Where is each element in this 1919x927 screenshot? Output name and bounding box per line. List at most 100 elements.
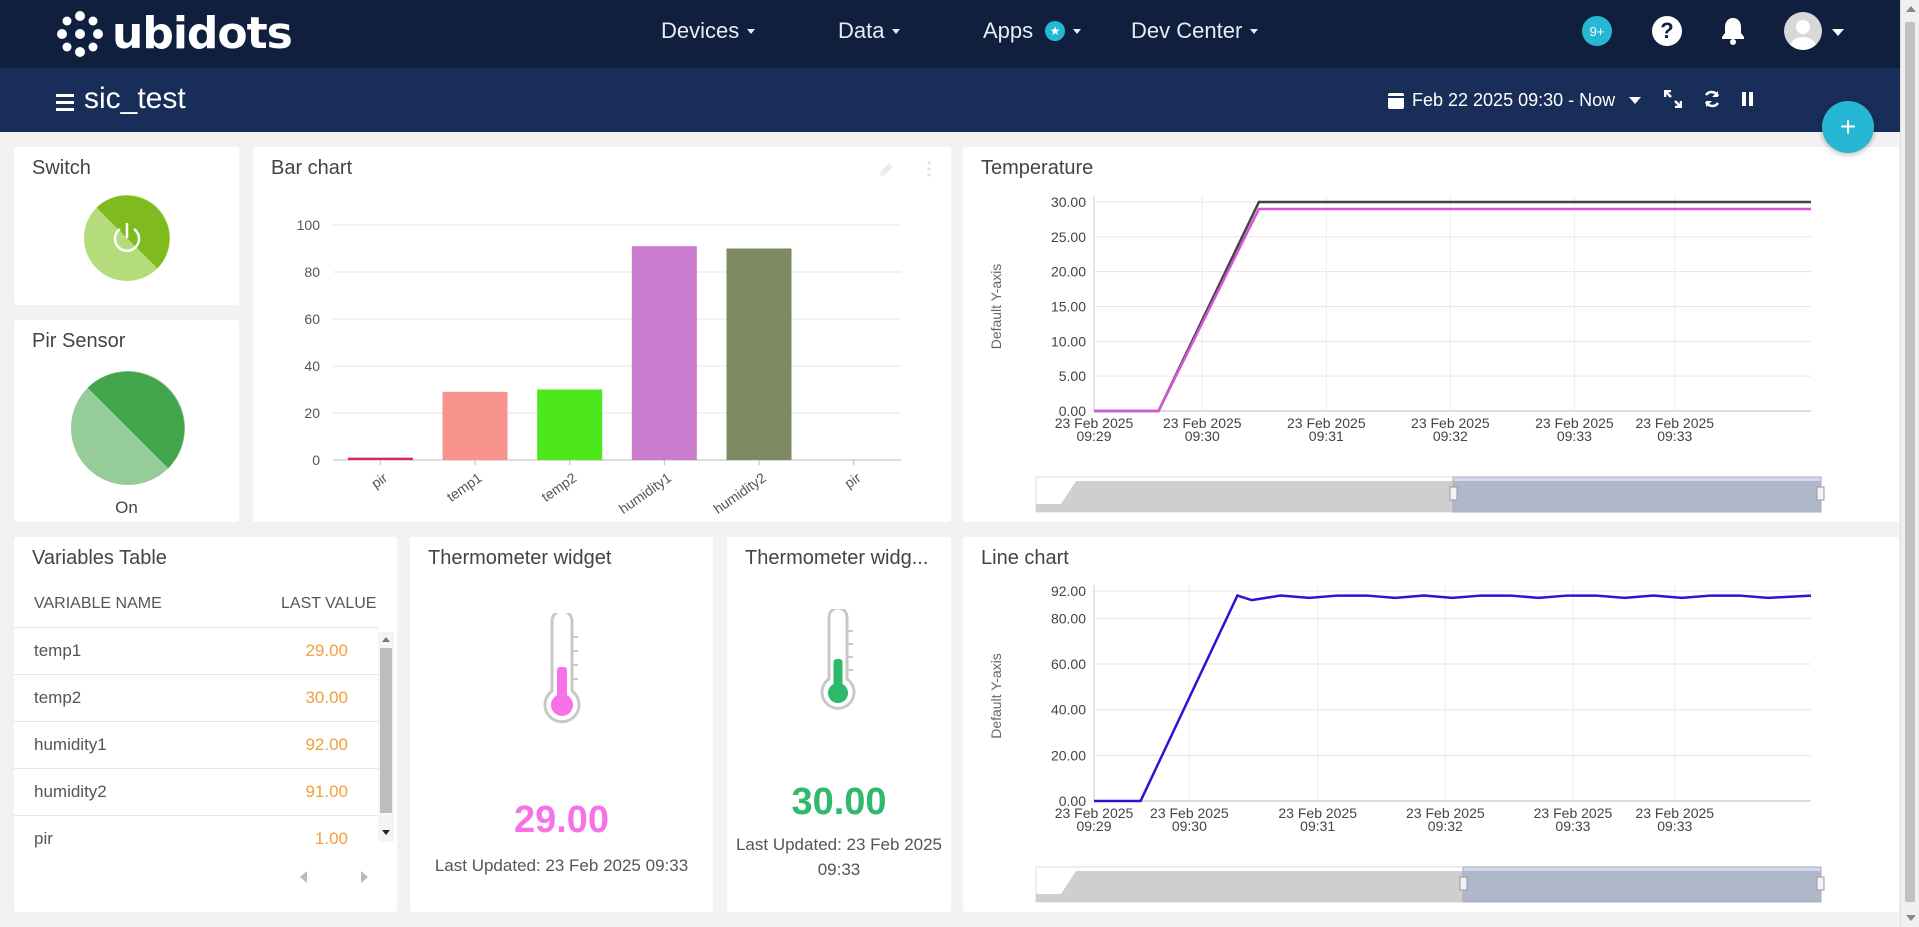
x-tick-label: pir <box>841 469 863 491</box>
column-header-value: LAST VALUE <box>281 595 377 612</box>
pir-indicator <box>71 371 185 485</box>
bar-chart-widget: Bar chart 0 20 40 60 80 100 pir temp1 temp2 humid… <box>253 147 951 522</box>
caret-down-icon <box>1629 97 1642 104</box>
y-tick-label: 20.00 <box>1051 264 1086 280</box>
y-tick-label: 30.00 <box>1051 194 1086 210</box>
table-row[interactable]: temp2 30.00 <box>14 674 378 721</box>
scrollbar-thumb[interactable] <box>380 648 392 813</box>
kebab-menu-icon[interactable] <box>927 161 931 177</box>
thermometer-value: 29.00 <box>513 799 610 841</box>
thermometer-icon <box>820 609 856 710</box>
bar <box>347 457 413 460</box>
user-menu-caret-icon[interactable] <box>1832 29 1844 36</box>
date-range-picker[interactable]: Feb 22 2025 09:30 - Now <box>1388 90 1642 111</box>
variable-name: pir <box>34 829 53 848</box>
variable-name: humidity2 <box>34 782 107 801</box>
last-updated-line-2: 09:33 <box>817 860 861 879</box>
y-tick-label: 25.00 <box>1051 229 1086 245</box>
nav-data[interactable]: Data <box>838 18 901 44</box>
series-line <box>1094 594 1812 803</box>
dashboard-header: sic_test Feb 22 2025 09:30 - Now <box>0 68 1900 132</box>
last-updated-line-1: Last Updated: 23 Feb 2025 <box>735 835 943 854</box>
x-tick-label: humidity2 <box>710 469 768 517</box>
scrollbar-thumb[interactable] <box>1905 22 1915 902</box>
widget-title: Thermometer widg... <box>745 547 929 569</box>
widget-title: Thermometer widget <box>428 547 612 569</box>
date-range-label: Feb 22 2025 09:30 - Now <box>1412 90 1616 110</box>
pause-icon[interactable] <box>1741 90 1755 113</box>
column-header-name: VARIABLE NAME <box>34 595 162 612</box>
next-page-icon[interactable] <box>360 870 370 884</box>
temperature-chart: 0.005.0010.0015.0020.0025.0030.00Default… <box>988 194 1825 513</box>
table-row[interactable]: humidity2 91.00 <box>14 768 378 815</box>
nav-data-label: Data <box>838 18 885 43</box>
y-axis-label: Default Y-axis <box>988 264 1004 350</box>
y-tick-label: 100 <box>297 217 321 233</box>
navigator-handle-right <box>1816 876 1825 891</box>
line-chart: 0.0020.0040.0060.0080.0092.00Default Y-a… <box>988 583 1825 903</box>
refresh-icon[interactable] <box>1703 90 1721 114</box>
y-tick-label: 20 <box>304 405 320 421</box>
switch-toggle[interactable] <box>82 193 172 283</box>
widget-title: Variables Table <box>32 547 167 569</box>
variable-value: 92.00 <box>305 735 348 754</box>
table-row[interactable]: temp1 29.00 <box>14 627 378 674</box>
y-tick-label: 80 <box>304 264 320 280</box>
x-tick-label: 09:31 <box>1309 428 1344 444</box>
brand-name: ubidots <box>112 8 293 59</box>
x-tick-label: pir <box>368 469 390 491</box>
x-tick-label: 09:29 <box>1076 428 1111 444</box>
navigator-selection <box>1462 866 1822 903</box>
widget-title: Pir Sensor <box>32 330 126 352</box>
notifications-count-badge[interactable]: 9+ <box>1582 16 1612 46</box>
y-tick-label: 10.00 <box>1051 333 1086 349</box>
y-tick-label: 80.00 <box>1051 610 1086 626</box>
pir-state: On <box>115 498 138 517</box>
y-tick-label: 92.00 <box>1051 583 1086 599</box>
temperature-widget: Temperature 0.00 5.00 10.00 15.00 20.00 25.00… <box>963 147 1899 522</box>
nav-apps-label: Apps <box>983 18 1034 43</box>
user-avatar[interactable] <box>1784 12 1822 50</box>
page-scrollbar[interactable] <box>1900 0 1919 927</box>
bar <box>726 248 792 460</box>
variable-name: humidity1 <box>34 735 107 754</box>
pencil-icon[interactable] <box>880 163 893 176</box>
prev-page-icon[interactable] <box>298 870 308 884</box>
y-axis-label: Default Y-axis <box>988 653 1004 739</box>
navigator-selection <box>1452 476 1822 513</box>
x-tick-label: 09:30 <box>1172 818 1207 834</box>
scroll-down-icon[interactable] <box>381 829 391 837</box>
bar <box>631 246 697 460</box>
ubidots-logo[interactable]: ubidots <box>56 8 293 59</box>
scroll-up-icon[interactable] <box>381 635 391 643</box>
add-widget-button[interactable]: + <box>1822 101 1874 153</box>
scroll-up-icon[interactable] <box>1906 6 1916 12</box>
dashboard-title[interactable]: sic_test <box>84 82 186 116</box>
scroll-down-icon[interactable] <box>1906 915 1916 921</box>
caret-down-icon <box>747 28 756 34</box>
navigator-handle-right <box>1816 486 1825 501</box>
x-tick-label: temp1 <box>444 469 485 505</box>
thermometer-icon <box>543 613 581 724</box>
nav-dev-center[interactable]: Dev Center <box>1131 18 1259 44</box>
last-updated: Last Updated: 23 Feb 2025 09:33 <box>434 856 689 875</box>
caret-down-icon <box>1073 28 1082 34</box>
nav-apps[interactable]: Apps ★ <box>983 18 1082 44</box>
x-tick-label: 09:32 <box>1428 818 1463 834</box>
table-row[interactable]: pir 1.00 <box>14 815 378 862</box>
switch-widget: Switch <box>14 147 239 305</box>
bell-icon[interactable] <box>1720 16 1746 51</box>
nav-devices-label: Devices <box>661 18 740 43</box>
bar-chart: 0 20 40 60 80 100 pir temp1 temp2 humidity1 humidi… <box>297 161 931 517</box>
x-tick-label: 09:30 <box>1185 428 1220 444</box>
bar <box>442 391 508 460</box>
help-icon[interactable]: ? <box>1652 16 1682 46</box>
menu-icon[interactable] <box>56 94 74 115</box>
ubidots-logo-icon <box>57 10 103 57</box>
fullscreen-icon[interactable] <box>1663 89 1683 114</box>
variable-name: temp2 <box>34 688 82 707</box>
nav-devices[interactable]: Devices <box>661 18 756 44</box>
table-row[interactable]: humidity1 92.00 <box>14 721 378 768</box>
line-chart-widget: Line chart 0.00 20.00 40.00 60.00 80.00 92.00… <box>963 537 1899 912</box>
table-scrollbar[interactable] <box>378 632 394 842</box>
